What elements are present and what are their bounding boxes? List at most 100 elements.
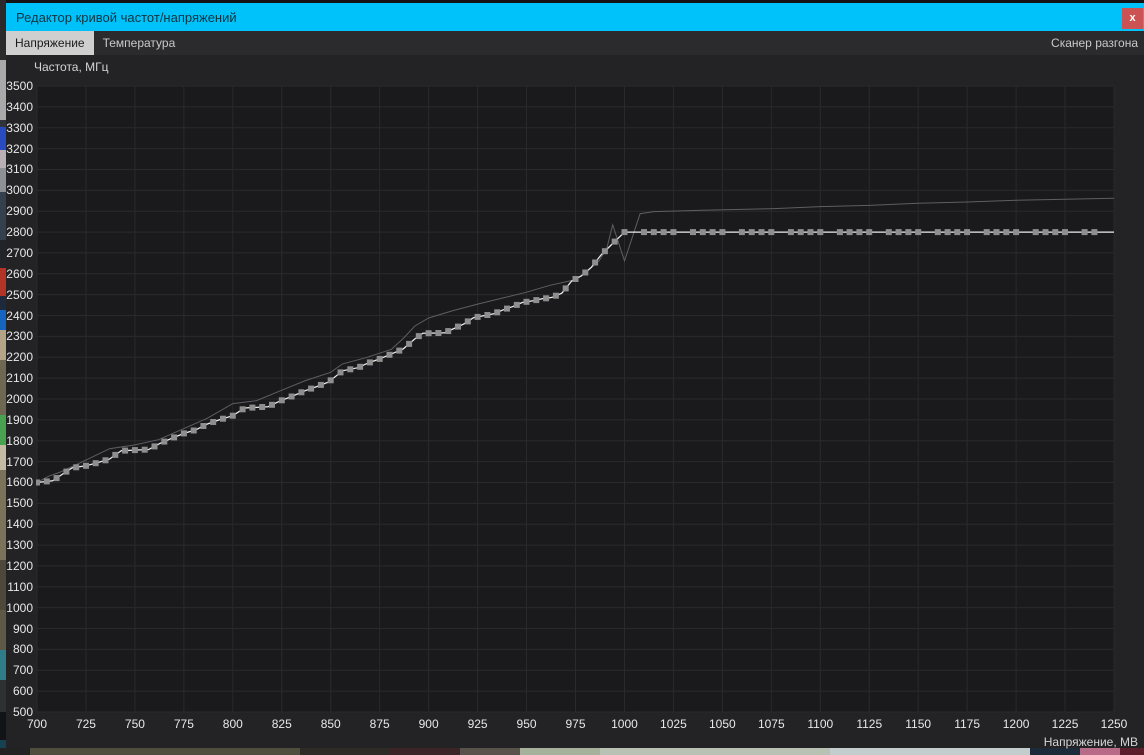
curve-point-marker[interactable] [43,478,50,485]
oc-scanner-link[interactable]: Сканер разгона [1045,31,1144,55]
curve-point-marker[interactable] [1062,229,1068,236]
curve-point-marker[interactable] [983,229,990,236]
curve-point-marker[interactable] [425,330,432,337]
curve-point-marker[interactable] [347,366,354,373]
curve-point-marker[interactable] [954,229,961,236]
curve-point-marker[interactable] [964,229,971,236]
curve-point-marker[interactable] [229,412,236,419]
curve-point-marker[interactable] [807,229,814,236]
curve-point-marker[interactable] [327,377,334,384]
curve-point-marker[interactable] [484,312,491,318]
curve-point-marker[interactable] [670,229,677,236]
curve-point-marker[interactable] [846,229,853,236]
curve-point-marker[interactable] [73,464,80,471]
curve-point-marker[interactable] [415,333,422,340]
curve-point-marker[interactable] [210,419,217,425]
curve-point-marker[interactable] [562,285,569,292]
curve-point-marker[interactable] [797,229,804,236]
curve-point-marker[interactable] [366,359,373,366]
curve-point-marker[interactable] [660,229,667,236]
curve-point-marker[interactable] [151,443,158,450]
curve-point-marker[interactable] [406,340,413,347]
curve-point-marker[interactable] [92,460,99,467]
curve-point-marker[interactable] [1091,229,1098,236]
curve-point-marker[interactable] [112,451,119,458]
curve-point-marker[interactable] [83,462,89,469]
curve-point-marker[interactable] [200,423,207,429]
curve-point-marker[interactable] [53,475,60,482]
curve-point-marker[interactable] [611,238,618,245]
curve-point-marker[interactable] [445,328,452,335]
curve-point-marker[interactable] [131,447,138,454]
curve-point-marker[interactable] [552,292,559,299]
curve-point-marker[interactable] [474,313,481,320]
curve-point-marker[interactable] [190,427,197,434]
curve-point-marker[interactable] [905,229,912,236]
curve-point-marker[interactable] [572,276,579,282]
curve-point-marker[interactable] [650,229,657,236]
curve-point-marker[interactable] [220,415,226,422]
curve-point-marker[interactable] [141,446,148,453]
curve-point-marker[interactable] [885,229,892,236]
curve-point-marker[interactable] [63,468,70,475]
curve-point-marker[interactable] [308,385,315,392]
curve-point-marker[interactable] [523,298,530,305]
curve-point-marker[interactable] [601,248,608,255]
tab-voltage[interactable]: Напряжение [6,31,94,55]
curve-point-marker[interactable] [690,229,696,236]
curve-point-marker[interactable] [171,434,178,441]
vf-curve-chart[interactable] [6,55,1144,748]
curve-point-marker[interactable] [621,229,628,236]
curve-point-marker[interactable] [298,389,305,396]
curve-point-marker[interactable] [455,323,461,330]
curve-point-marker[interactable] [934,229,941,236]
curve-point-marker[interactable] [161,438,168,445]
curve-point-marker[interactable] [180,430,187,437]
curve-point-marker[interactable] [817,229,824,236]
curve-point-marker[interactable] [738,229,745,236]
curve-point-marker[interactable] [259,404,266,410]
curve-point-marker[interactable] [504,305,510,312]
curve-point-marker[interactable] [513,301,520,308]
curve-point-marker[interactable] [533,297,540,304]
curve-point-marker[interactable] [641,229,647,236]
curve-point-marker[interactable] [239,406,246,413]
curve-point-marker[interactable] [435,330,442,336]
curve-point-marker[interactable] [102,457,109,464]
curve-point-marker[interactable] [249,404,256,411]
curve-point-marker[interactable] [278,397,285,404]
curve-point-marker[interactable] [1032,229,1039,236]
curve-point-marker[interactable] [592,259,599,266]
curve-point-marker[interactable] [866,229,873,236]
curve-point-marker[interactable] [386,351,393,358]
titlebar[interactable]: Редактор кривой частот/напряжений x [6,3,1144,31]
curve-point-marker[interactable] [288,393,295,400]
curve-point-marker[interactable] [1042,229,1049,236]
curve-point-marker[interactable] [1052,229,1059,236]
curve-point-marker[interactable] [719,229,726,236]
curve-point-marker[interactable] [34,479,40,486]
curve-point-marker[interactable] [895,229,902,236]
curve-point-marker[interactable] [836,229,843,236]
curve-point-marker[interactable] [758,229,765,236]
curve-point-marker[interactable] [122,447,129,454]
curve-point-marker[interactable] [1013,229,1020,236]
curve-point-marker[interactable] [856,229,863,236]
curve-point-marker[interactable] [494,309,501,316]
curve-point-marker[interactable] [582,269,589,276]
curve-point-marker[interactable] [709,229,716,236]
curve-point-marker[interactable] [787,229,794,236]
curve-point-marker[interactable] [269,401,275,408]
curve-point-marker[interactable] [944,229,951,236]
curve-point-marker[interactable] [337,369,344,376]
curve-point-marker[interactable] [376,355,383,362]
curve-point-marker[interactable] [357,363,364,370]
tab-temperature[interactable]: Температура [94,31,185,55]
curve-point-marker[interactable] [1081,229,1088,236]
curve-point-marker[interactable] [543,295,550,302]
curve-point-marker[interactable] [768,229,775,236]
curve-point-marker[interactable] [993,229,1000,236]
close-button[interactable]: x [1122,8,1143,29]
curve-point-marker[interactable] [464,318,471,325]
curve-point-marker[interactable] [317,381,324,388]
